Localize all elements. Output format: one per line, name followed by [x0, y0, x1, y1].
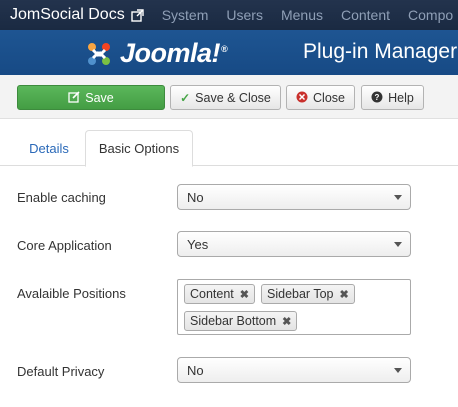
menu-content[interactable]: Content [341, 7, 390, 23]
chip-label: Sidebar Top [267, 287, 334, 301]
save-close-button[interactable]: ✓ Save & Close [170, 85, 281, 110]
enable-caching-label: Enable caching [17, 190, 106, 205]
save-button[interactable]: Save [17, 85, 165, 110]
joomla-logo-icon [88, 42, 110, 65]
tab-details[interactable]: Details [17, 130, 81, 166]
help-label: Help [388, 90, 414, 105]
external-link-icon [131, 8, 144, 22]
chip-label: Content [190, 287, 234, 301]
logo-text: Joomla!® [120, 38, 228, 68]
available-positions-label: Avalaible Positions [17, 286, 126, 301]
enable-caching-select[interactable]: No [177, 184, 411, 210]
menu-components[interactable]: Compo [408, 7, 453, 23]
enable-caching-value: No [187, 189, 204, 205]
remove-icon[interactable]: ✖ [240, 288, 249, 301]
default-privacy-select[interactable]: No [177, 357, 411, 383]
help-button[interactable]: ? Help [361, 85, 424, 110]
save-label: Save [85, 90, 114, 105]
chevron-down-icon [394, 242, 402, 247]
remove-icon[interactable]: ✖ [282, 315, 291, 328]
cancel-icon [296, 91, 308, 105]
tab-bar: Details Basic Options [0, 130, 458, 167]
toolbar: Save ✓ Save & Close Close ? Help [0, 75, 458, 119]
page-title: Plug-in Manager: [303, 40, 458, 63]
close-label: Close [313, 90, 345, 105]
default-privacy-label: Default Privacy [17, 364, 105, 379]
menu-menus[interactable]: Menus [281, 7, 323, 23]
site-brand-label: JomSocial Docs [10, 6, 125, 23]
remove-icon[interactable]: ✖ [340, 288, 349, 301]
chevron-down-icon [394, 368, 402, 373]
site-brand-link[interactable]: JomSocial Docs [0, 6, 144, 24]
tab-basic-options[interactable]: Basic Options [85, 130, 193, 167]
position-chip-content: Content ✖ [184, 284, 255, 304]
menu-users[interactable]: Users [226, 7, 263, 23]
default-privacy-value: No [187, 362, 204, 378]
available-positions-multiselect[interactable]: Content ✖ Sidebar Top ✖ Sidebar Bottom ✖ [177, 279, 411, 335]
checkmark-icon: ✓ [180, 90, 191, 105]
position-chip-sidebar-bottom: Sidebar Bottom ✖ [184, 311, 298, 331]
menu-system[interactable]: System [162, 7, 209, 23]
joomla-logo: Joomla!® [84, 38, 228, 69]
page-header: Joomla!® Plug-in Manager: [0, 30, 458, 75]
close-button[interactable]: Close [286, 85, 355, 110]
core-application-label: Core Application [17, 238, 112, 253]
question-icon: ? [371, 91, 383, 105]
core-application-value: Yes [187, 236, 209, 252]
chip-label: Sidebar Bottom [190, 314, 277, 328]
admin-navbar: JomSocial Docs System Users Menus Conten… [0, 0, 458, 30]
chevron-down-icon [394, 195, 402, 200]
core-application-select[interactable]: Yes [177, 231, 411, 257]
position-chip-sidebar-top: Sidebar Top ✖ [261, 284, 355, 304]
save-close-label: Save & Close [195, 90, 271, 105]
svg-text:?: ? [375, 93, 380, 102]
edit-icon [68, 90, 80, 105]
